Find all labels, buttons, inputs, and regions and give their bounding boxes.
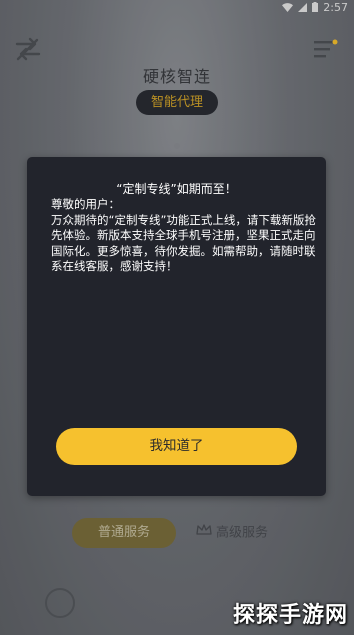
watermark: 探探手游网 <box>232 603 348 628</box>
dialog-content: 万众期待的“定制专线”功能正式上线，请下载新版抢先体验。新版本支持全球手机号注册… <box>51 212 316 274</box>
dialog-title: “定制专线”如期而至！ <box>116 182 237 196</box>
dialog-body: 尊敬的用户： 万众期待的“定制专线”功能正式上线，请下载新版抢先体验。新版本支持… <box>51 197 317 275</box>
confirm-button[interactable]: 我知道了 <box>56 428 297 465</box>
dialog-greeting: 尊敬的用户： <box>51 197 120 211</box>
announcement-dialog: “定制专线”如期而至！ 尊敬的用户： 万众期待的“定制专线”功能正式上线，请下载… <box>27 157 326 496</box>
